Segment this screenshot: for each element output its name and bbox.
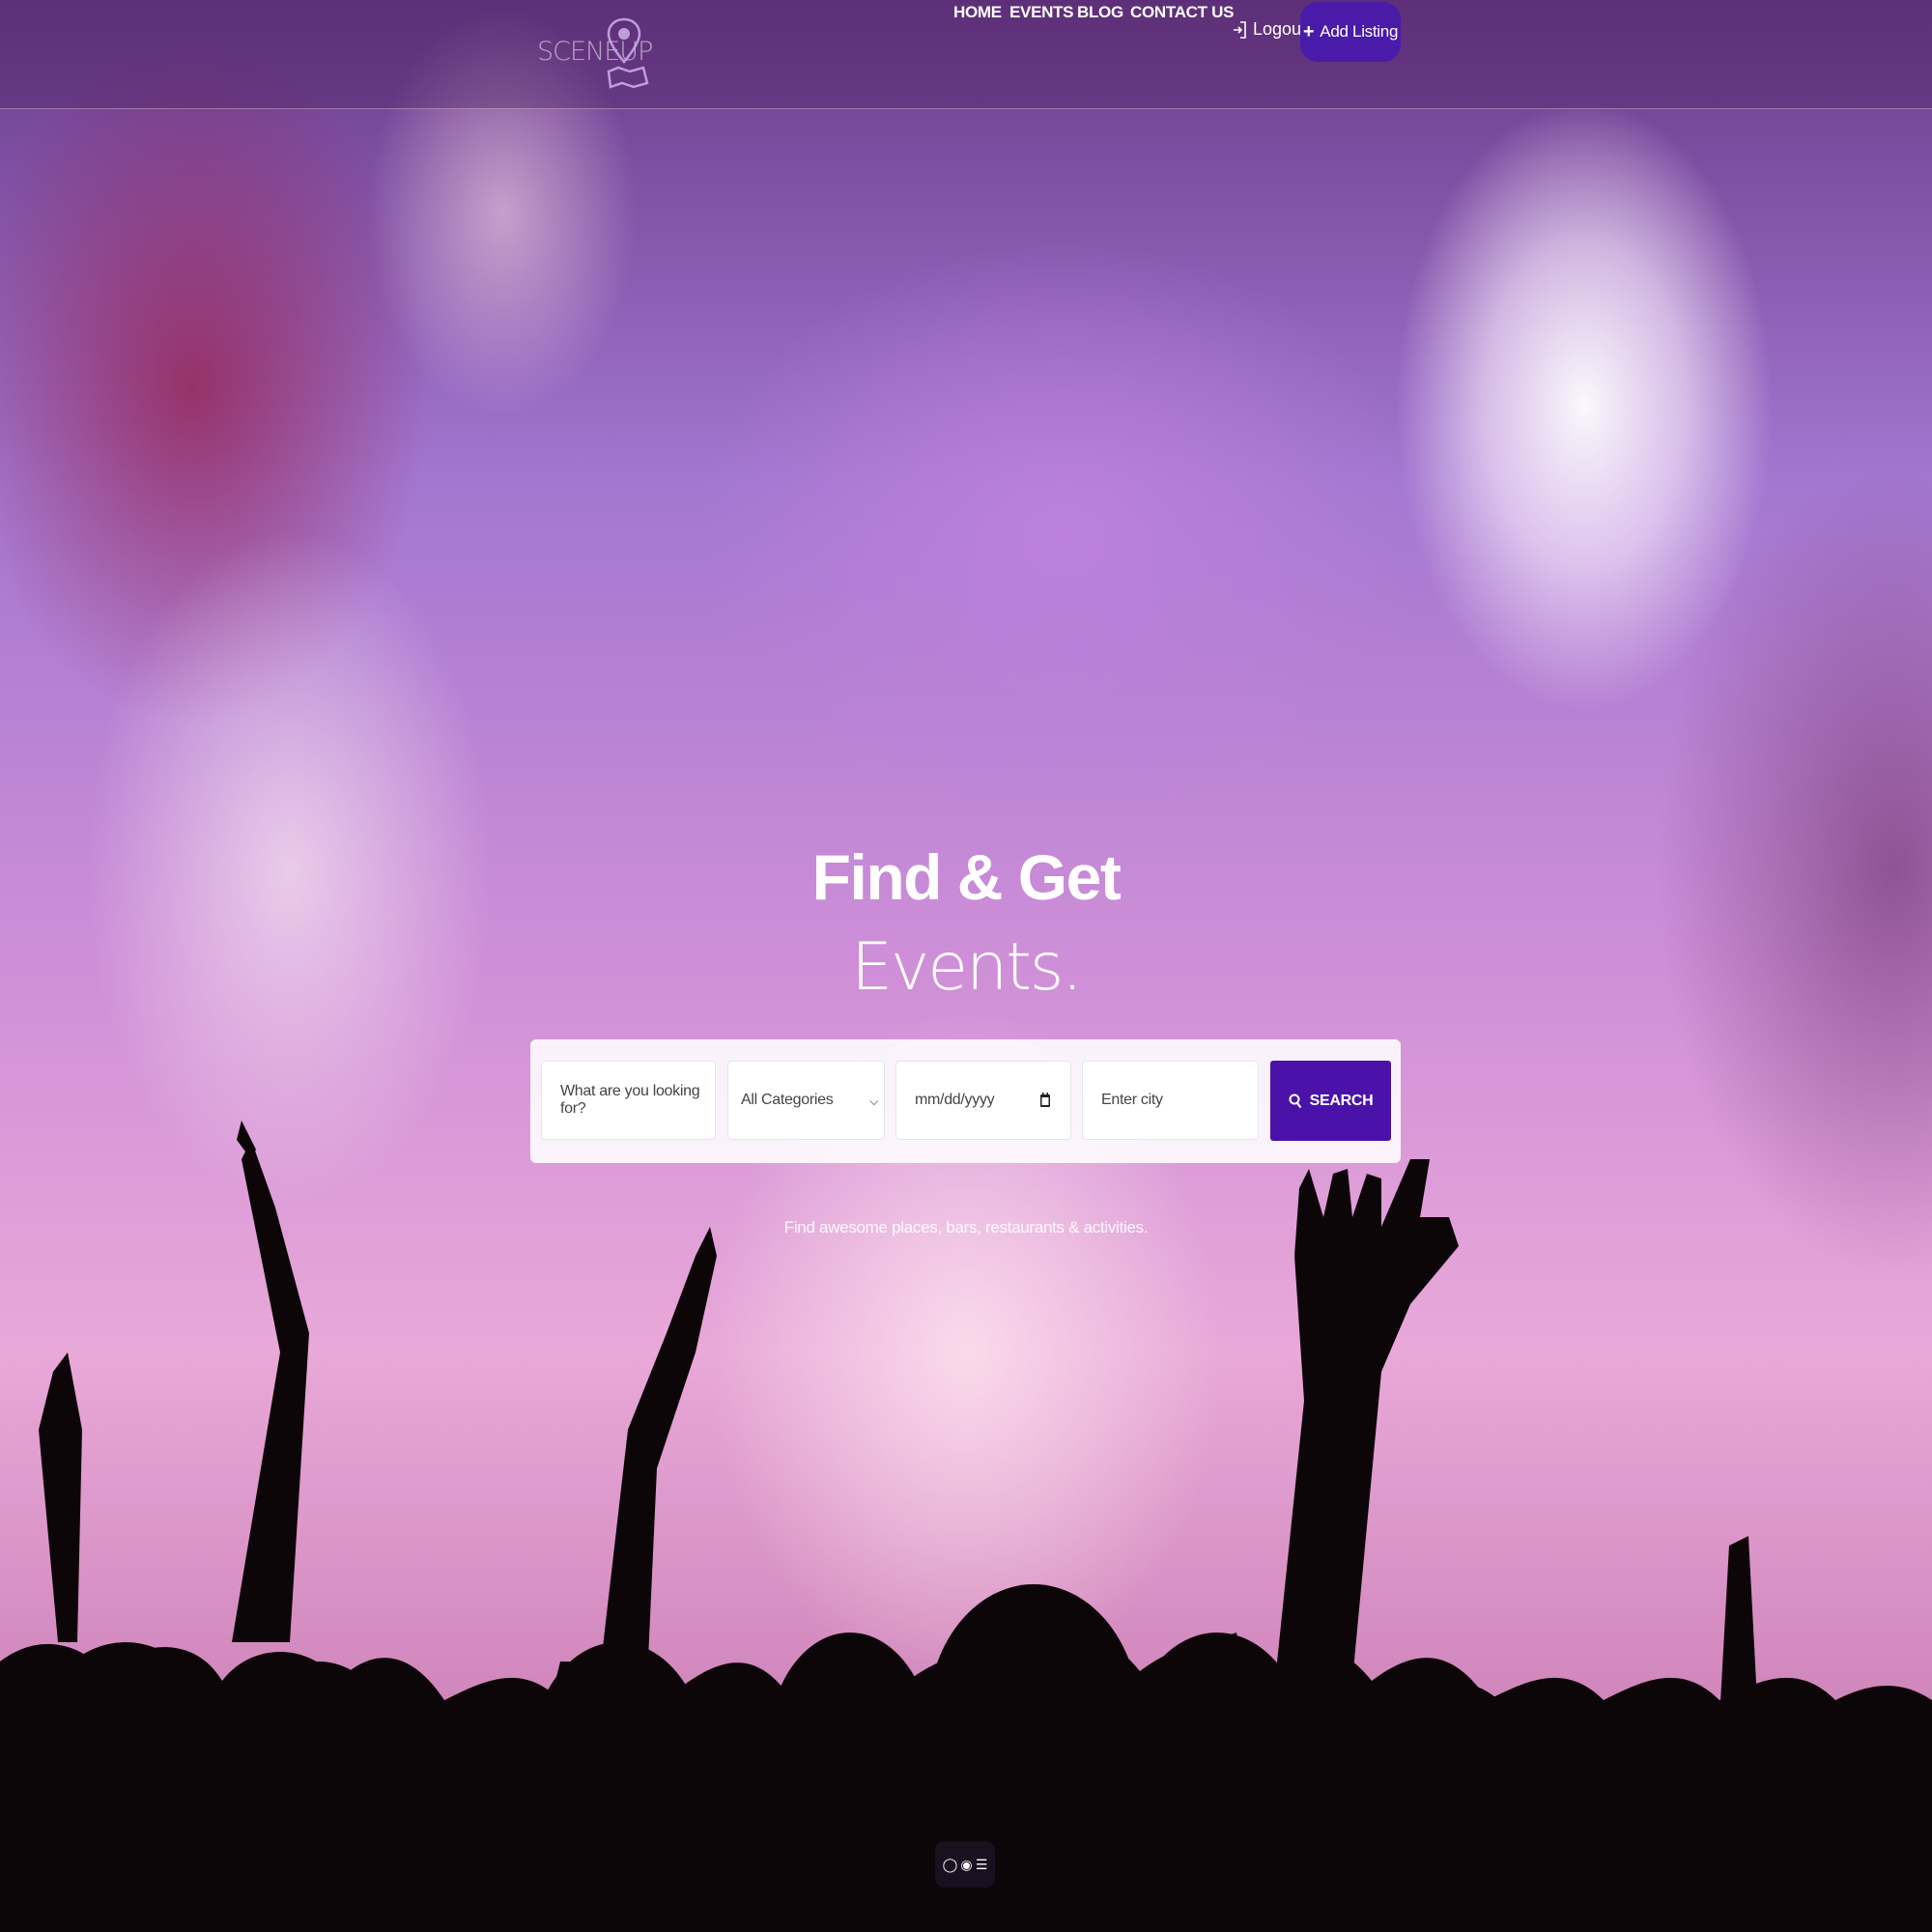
hero-title: Find & Get: [811, 841, 1122, 913]
nav-events[interactable]: EVENTS: [1009, 3, 1074, 22]
map-pin-icon: [607, 17, 649, 89]
chevron-down-icon: ⌵: [869, 1094, 878, 1108]
site-logo[interactable]: SCENEUP: [537, 15, 657, 91]
chat-icon[interactable]: ◯: [943, 1857, 958, 1873]
nav-contact-us[interactable]: CONTACT US: [1130, 3, 1234, 22]
login-icon: [1234, 20, 1246, 39]
search-button[interactable]: SEARCH: [1270, 1061, 1391, 1141]
plus-icon: +: [1302, 20, 1315, 43]
search-panel: What are you looking for? All Categories…: [530, 1039, 1401, 1163]
category-selected: All Categories: [741, 1092, 834, 1108]
nav-blog[interactable]: BLOG: [1077, 3, 1123, 22]
city-input[interactable]: Enter city: [1082, 1061, 1259, 1140]
add-listing-label: Add Listing: [1320, 22, 1399, 41]
calendar-icon[interactable]: [1039, 1093, 1051, 1108]
hero-subtitle: Events.: [851, 929, 1083, 1006]
floating-toolbar: ◯ ◉ ☰: [935, 1841, 995, 1888]
date-input[interactable]: mm/dd/yyyy: [895, 1061, 1071, 1140]
logout-label: Logout: [1253, 19, 1307, 39]
settings-icon[interactable]: ◉: [960, 1857, 972, 1873]
list-icon[interactable]: ☰: [976, 1857, 988, 1873]
hero-tagline: Find awesome places, bars, restaurants &…: [783, 1218, 1149, 1236]
keyword-placeholder: What are you looking for?: [560, 1083, 700, 1117]
site-header: SCENEUP HOME EVENTS BLOG CONTACT US Logo…: [0, 0, 1932, 109]
city-placeholder: Enter city: [1101, 1092, 1163, 1108]
search-icon: [1289, 1094, 1301, 1108]
date-placeholder: mm/dd/yyyy: [915, 1092, 995, 1108]
logout-link[interactable]: Logout: [1232, 19, 1306, 40]
nav-home[interactable]: HOME: [953, 3, 1002, 22]
category-select[interactable]: All Categories ⌵: [727, 1061, 885, 1140]
add-listing-button[interactable]: + Add Listing: [1300, 2, 1401, 62]
keyword-input[interactable]: What are you looking for?: [541, 1061, 716, 1140]
search-button-label: SEARCH: [1309, 1092, 1374, 1109]
